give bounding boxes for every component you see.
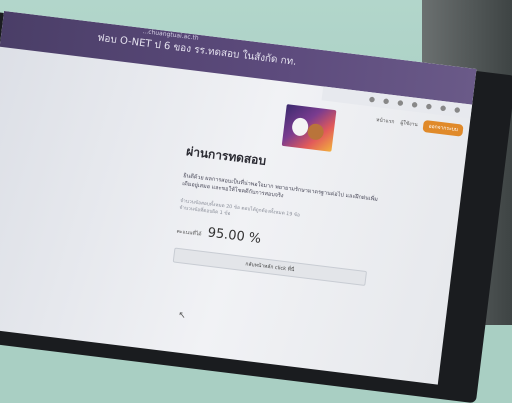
nav-user-menu[interactable]: ผู้ใช้งาน xyxy=(400,119,418,129)
page-title: ผ่านการทดสอบ xyxy=(185,144,267,168)
logout-button[interactable]: ออกจากระบบ xyxy=(422,119,464,137)
cartoon-banner-icon xyxy=(281,104,337,152)
score-label: คะแนนที่ได้ xyxy=(176,228,202,238)
nav-home-link[interactable]: หน้าแรก xyxy=(376,116,395,126)
score-row: คะแนนที่ได้ 95.00 % xyxy=(176,222,262,247)
score-value: 95.00 % xyxy=(206,225,262,247)
back-home-button[interactable]: กลับหน้าหลัก click ที่นี่ xyxy=(172,247,368,287)
header-nav: หน้าแรก ผู้ใช้งาน ออกจากระบบ xyxy=(375,113,464,138)
mouse-cursor-icon: ↖ xyxy=(177,310,187,322)
screen: ...chuangtuai.ac.th ฟอบ O-NET ป 6 ของ รร… xyxy=(0,10,477,385)
result-card: ผ่านการทดสอบ ยินดีด้วย ผลการสอบเป็นที่น่… xyxy=(169,142,396,316)
cartoon-character-bear xyxy=(306,122,325,141)
monitor: ...chuangtuai.ac.th ฟอบ O-NET ป 6 ของ รร… xyxy=(0,10,512,403)
cartoon-character-white xyxy=(291,116,310,137)
